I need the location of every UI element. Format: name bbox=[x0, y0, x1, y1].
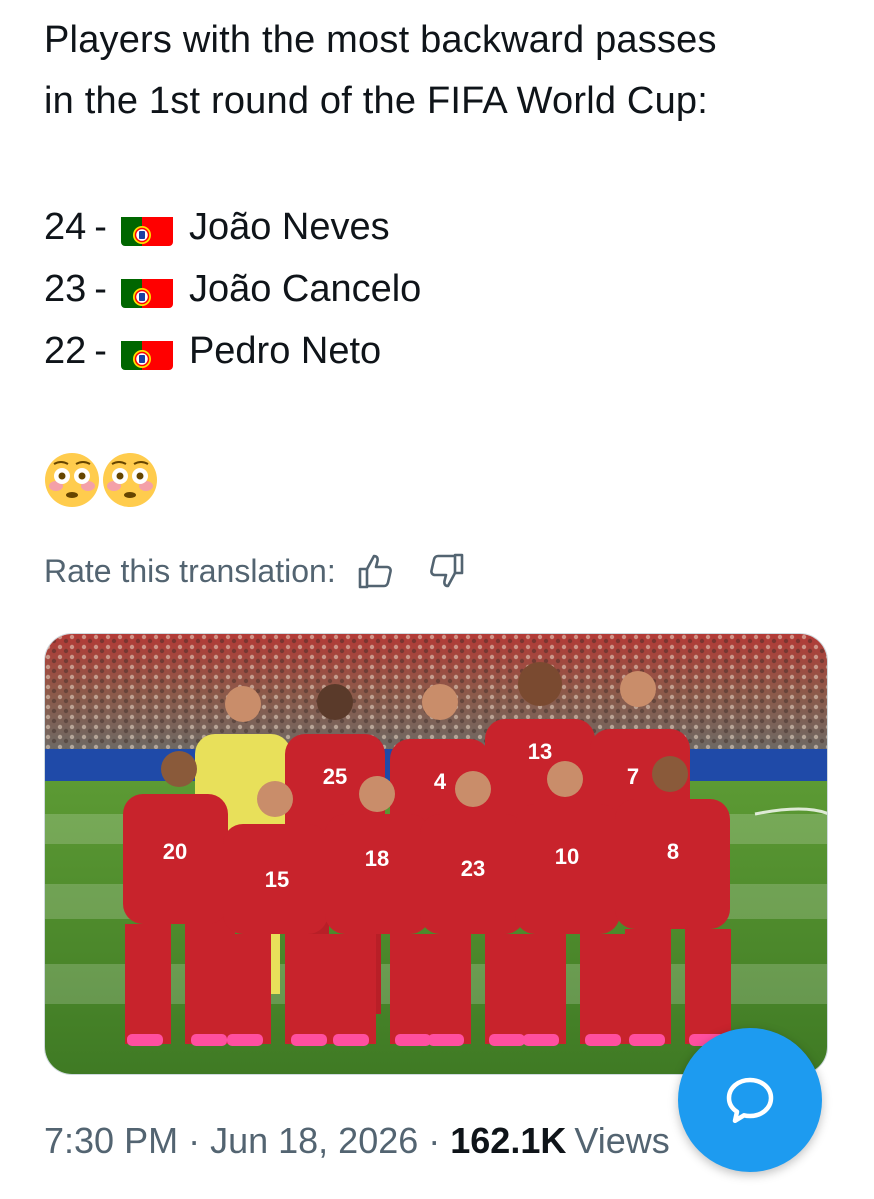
jersey-number: 10 bbox=[555, 844, 579, 869]
rate-translation-label: Rate this translation: bbox=[44, 552, 336, 589]
ranking-row: 23 - João Cancelo bbox=[44, 258, 421, 320]
post-view: Players with the most backward passes in… bbox=[0, 0, 874, 1199]
views-label[interactable]: Views bbox=[574, 1120, 669, 1162]
portugal-flag-icon bbox=[120, 272, 173, 308]
jersey-number: 4 bbox=[434, 769, 447, 794]
ranking-dash: - bbox=[94, 268, 107, 310]
portugal-flag-icon bbox=[120, 210, 173, 246]
jersey-number: 23 bbox=[461, 856, 485, 881]
post-text-headline: Players with the most backward passes in… bbox=[44, 10, 844, 132]
ranking-row: 22 - Pedro Neto bbox=[44, 320, 421, 382]
ranking-list: 24 - João Neves 23 - João Cancelo 22 - P… bbox=[44, 196, 421, 382]
post-meta: 7:30 PM · Jun 18, 2026 · 162.1K Views bbox=[44, 1120, 670, 1162]
jersey-number: 20 bbox=[163, 839, 187, 864]
post-date[interactable]: Jun 18, 2026 bbox=[210, 1120, 418, 1162]
reply-fab-button[interactable] bbox=[678, 1028, 822, 1172]
jersey-number: 7 bbox=[627, 764, 639, 789]
team-photo-image: 25 4 13 7 20 15 18 23 10 8 bbox=[45, 634, 827, 1074]
meta-separator: · bbox=[188, 1120, 201, 1161]
ranking-row: 24 - João Neves bbox=[44, 196, 421, 258]
meta-separator: · bbox=[428, 1120, 441, 1161]
flushed-face-icon bbox=[44, 452, 100, 508]
thumbs-up-icon[interactable] bbox=[356, 551, 396, 591]
thumbs-down-icon[interactable] bbox=[426, 551, 466, 591]
views-count[interactable]: 162.1K bbox=[450, 1120, 566, 1162]
ranking-dash: - bbox=[94, 206, 107, 248]
headline-line-2: in the 1st round of the FIFA World Cup: bbox=[44, 80, 709, 122]
emoji-row bbox=[44, 452, 158, 508]
ranking-count: 22 bbox=[44, 330, 87, 372]
post-time[interactable]: 7:30 PM bbox=[44, 1120, 178, 1162]
flushed-face-icon bbox=[102, 452, 158, 508]
rate-translation-row: Rate this translation: bbox=[44, 548, 466, 594]
ranking-player-name: Pedro Neto bbox=[188, 330, 382, 372]
jersey-number: 18 bbox=[365, 846, 389, 871]
reply-bubble-icon bbox=[726, 1077, 774, 1124]
ranking-player-name: João Neves bbox=[188, 206, 390, 248]
jersey-number: 25 bbox=[323, 764, 347, 789]
headline-line-1: Players with the most backward passes bbox=[44, 19, 717, 61]
ranking-count: 24 bbox=[44, 206, 87, 248]
ranking-player-name: João Cancelo bbox=[188, 268, 422, 310]
jersey-number: 13 bbox=[528, 739, 552, 764]
portugal-flag-icon bbox=[120, 334, 173, 370]
jersey-number: 8 bbox=[667, 839, 679, 864]
jersey-number: 15 bbox=[265, 867, 289, 892]
ranking-count: 23 bbox=[44, 268, 87, 310]
ranking-dash: - bbox=[94, 330, 107, 372]
team-photo-media[interactable]: 25 4 13 7 20 15 18 23 10 8 bbox=[44, 633, 828, 1075]
